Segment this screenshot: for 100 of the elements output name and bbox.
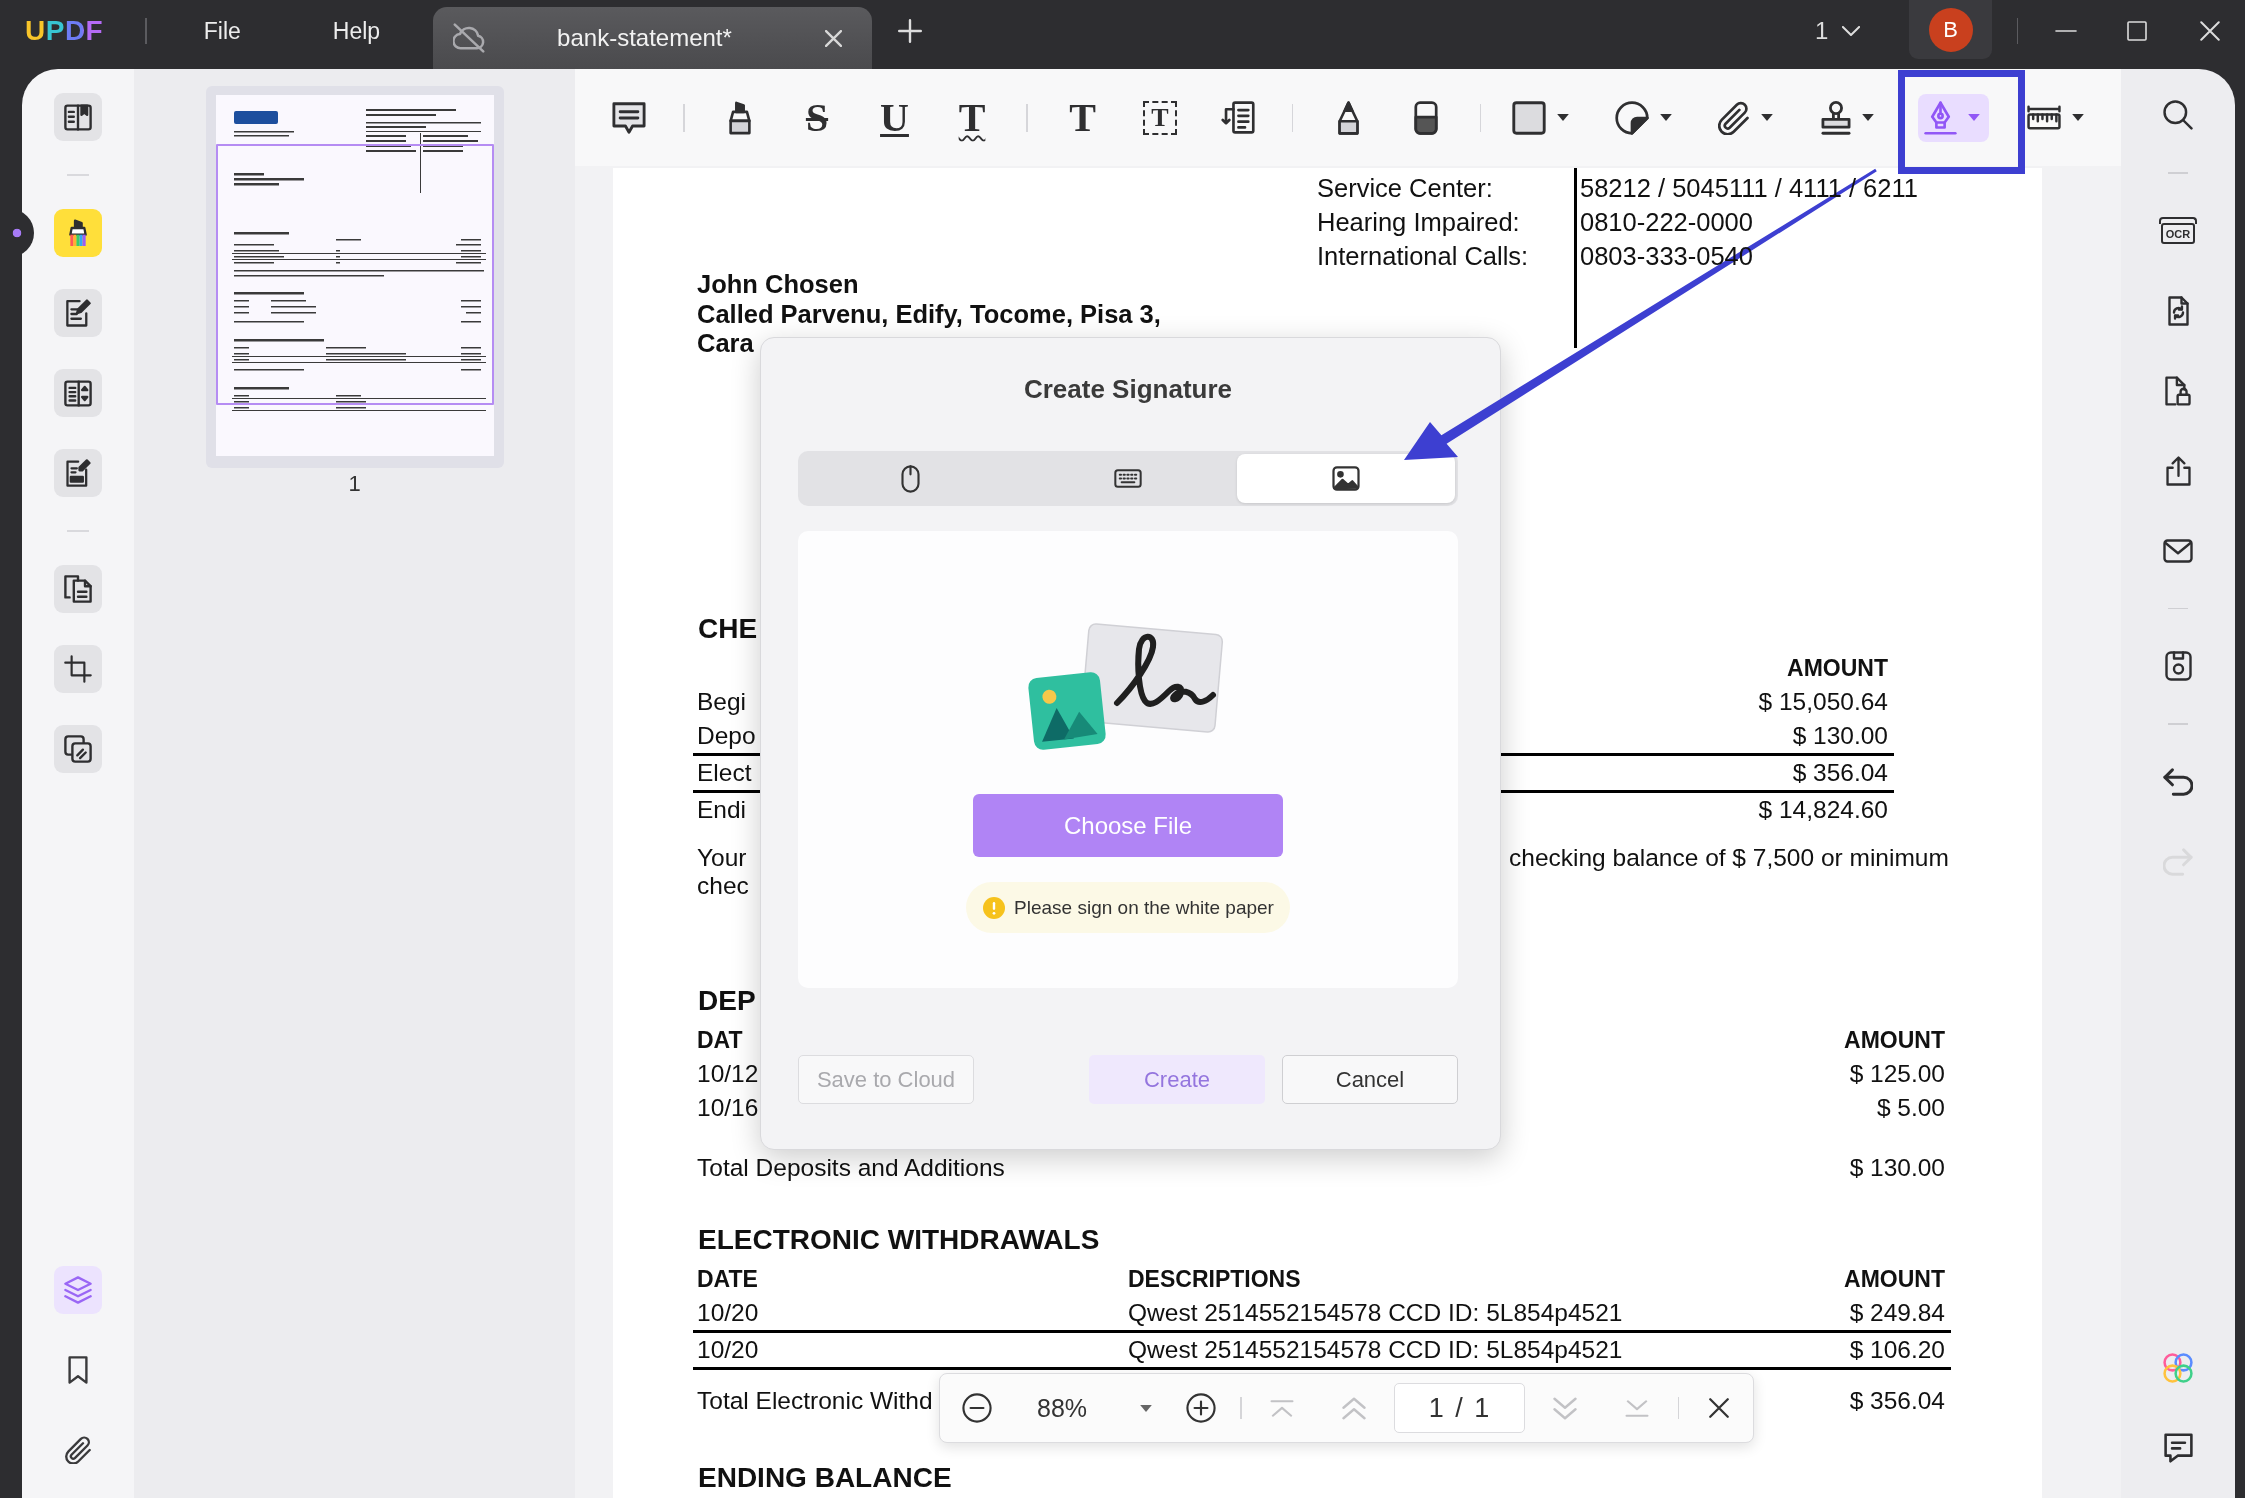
signature-mode-tab[interactable] bbox=[1237, 454, 1455, 503]
amount-text: $ 249.84 bbox=[1849, 1298, 1945, 1328]
notice-text: Please sign on the white paper bbox=[1014, 896, 1274, 919]
caret-icon bbox=[1761, 114, 1773, 121]
mouse-icon bbox=[900, 464, 920, 493]
strikethrough-tool[interactable]: S bbox=[787, 93, 847, 142]
close-tab-button[interactable] bbox=[825, 29, 843, 47]
document-tab[interactable]: bank-statement* bbox=[433, 7, 873, 69]
account-button[interactable]: B bbox=[1909, 0, 1992, 59]
section-heading: ELECTRONIC WITHDRAWALS bbox=[697, 1223, 1100, 1257]
document-list-icon bbox=[64, 379, 92, 407]
row-label: Depo bbox=[697, 721, 756, 751]
column-heading: AMOUNT bbox=[1844, 1026, 1945, 1055]
text-callout-icon bbox=[1220, 101, 1255, 134]
zoom-in-icon bbox=[1186, 1393, 1216, 1423]
overlapping-squares-icon bbox=[64, 735, 92, 763]
amount-text: $ 14,824.60 bbox=[1758, 795, 1888, 825]
total-label: Total Deposits and Additions bbox=[697, 1153, 1005, 1183]
layers-icon bbox=[64, 1276, 92, 1304]
speech-bubble-icon bbox=[612, 101, 646, 134]
amount-text: $ 130.00 bbox=[1792, 721, 1888, 751]
address-line: John Chosen bbox=[697, 270, 859, 300]
ocr-button[interactable]: OCR bbox=[2154, 206, 2202, 255]
mode-button[interactable] bbox=[54, 209, 102, 257]
mode-button[interactable] bbox=[54, 645, 102, 693]
search-icon bbox=[2163, 100, 2193, 130]
page-number-label: 1 bbox=[348, 471, 361, 497]
column-heading: AMOUNT bbox=[1787, 654, 1888, 683]
note-text: chec bbox=[697, 872, 749, 900]
text-box-tool[interactable]: T bbox=[1130, 93, 1190, 142]
note-text: checking balance of $ 7,500 or minimum bbox=[1509, 844, 1949, 872]
warning-icon bbox=[983, 896, 1006, 919]
window-count-button[interactable]: 1 bbox=[1815, 17, 1875, 45]
close-icon bbox=[1709, 1398, 1729, 1418]
contact-label: International Calls: bbox=[1317, 241, 1529, 272]
section-heading: DEP bbox=[697, 984, 756, 1018]
address-line: Cara bbox=[697, 329, 754, 359]
mode-button[interactable] bbox=[54, 93, 102, 141]
amount-text: $ 130.00 bbox=[1849, 1153, 1945, 1183]
close-icon bbox=[825, 29, 843, 47]
envelope-icon bbox=[2163, 538, 2193, 563]
description-text: Qwest 2514552154578 CCD ID: 5L854p4521 bbox=[1128, 1298, 1623, 1328]
column-heading: DAT bbox=[697, 1026, 743, 1055]
maximize-icon bbox=[2127, 21, 2147, 41]
section-heading: ENDING BALANCE bbox=[697, 1461, 952, 1495]
four-rings-icon bbox=[2163, 1353, 2193, 1383]
document-signature-icon bbox=[65, 459, 91, 487]
column-heading: AMOUNT bbox=[1844, 1265, 1945, 1294]
caret-icon bbox=[1862, 114, 1874, 121]
chevron-down-icon bbox=[1842, 26, 1861, 36]
row-label: Elect bbox=[697, 758, 752, 788]
zoom-out-icon bbox=[962, 1393, 992, 1423]
zoom-level-dropdown[interactable]: 88% bbox=[1027, 1386, 1161, 1430]
mode-button[interactable] bbox=[54, 565, 102, 613]
share-icon bbox=[2165, 455, 2191, 486]
pen-nib-icon bbox=[1924, 100, 1957, 135]
user-avatar: B bbox=[1928, 7, 1973, 52]
bookmark-icon bbox=[68, 1356, 88, 1384]
underline-tool[interactable]: U bbox=[864, 93, 925, 142]
signature-tool[interactable] bbox=[1918, 93, 1989, 142]
minimize-icon bbox=[2054, 30, 2078, 32]
comment-icon bbox=[2163, 1433, 2193, 1463]
mode-button[interactable] bbox=[54, 289, 102, 337]
caret-icon bbox=[1557, 114, 1569, 121]
document-lock-icon bbox=[2165, 375, 2191, 406]
ruler-icon bbox=[2027, 105, 2061, 130]
document-sync-icon bbox=[2167, 295, 2189, 326]
menu-item[interactable]: File bbox=[203, 17, 241, 45]
menu-item[interactable]: Help bbox=[332, 17, 381, 45]
amount-text: $ 125.00 bbox=[1849, 1059, 1945, 1089]
total-label: Total Electronic Withd bbox=[697, 1386, 933, 1416]
mode-button[interactable] bbox=[54, 725, 102, 773]
paperclip-icon bbox=[64, 1436, 92, 1464]
amount-text: $ 356.04 bbox=[1849, 1386, 1945, 1416]
date-text: 10/20 bbox=[697, 1298, 759, 1328]
amount-text: $ 15,050.64 bbox=[1758, 687, 1888, 717]
keyboard-icon bbox=[1114, 469, 1142, 488]
cloud-slash-icon bbox=[453, 23, 486, 53]
squiggly-underline-tool[interactable]: T bbox=[942, 93, 1002, 142]
double-chevron-down-icon bbox=[1552, 1396, 1577, 1420]
close-icon bbox=[2200, 21, 2220, 41]
book-icon bbox=[64, 103, 92, 131]
marker-icon bbox=[728, 100, 751, 135]
contact-label: Hearing Impaired: bbox=[1317, 207, 1520, 238]
plus-icon bbox=[898, 19, 923, 43]
logo-placeholder bbox=[233, 111, 278, 124]
text-tool[interactable]: T bbox=[1052, 93, 1113, 142]
amount-text: $ 356.04 bbox=[1792, 758, 1888, 788]
mode-button[interactable] bbox=[54, 369, 102, 417]
date-text: 10/20 bbox=[697, 1335, 759, 1365]
secondary-button[interactable]: Cancel bbox=[1282, 1055, 1458, 1104]
row-label: Endi bbox=[697, 795, 747, 825]
new-tab-button[interactable] bbox=[898, 19, 923, 43]
page-number-field[interactable]: 1 / 1 bbox=[1393, 1383, 1525, 1433]
chevron-down-line-icon bbox=[1624, 1399, 1649, 1417]
mode-button[interactable] bbox=[54, 449, 102, 497]
undo-icon bbox=[2163, 767, 2193, 796]
documents-icon bbox=[64, 575, 92, 603]
column-heading: DATE bbox=[697, 1265, 758, 1294]
highlighter-icon bbox=[69, 219, 87, 247]
